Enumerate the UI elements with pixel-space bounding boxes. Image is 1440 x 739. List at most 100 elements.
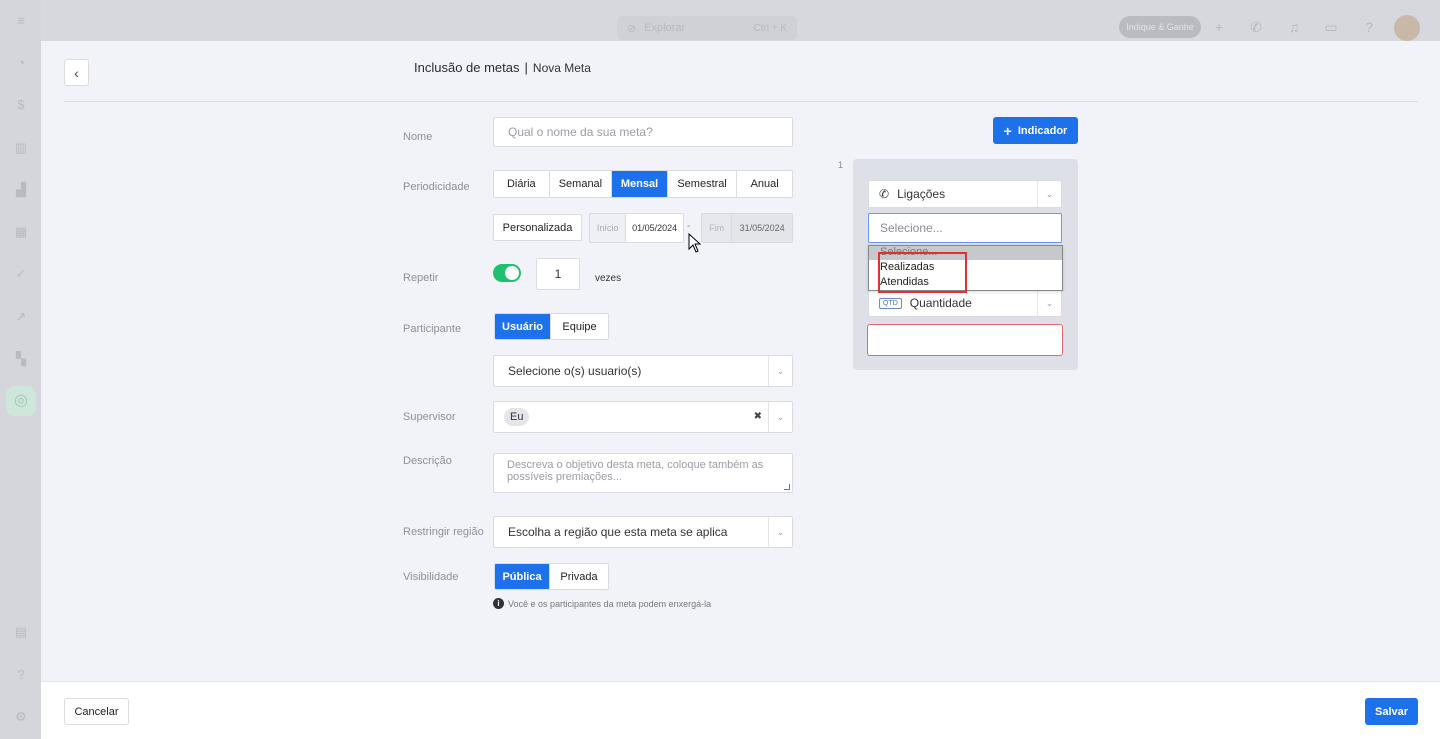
chevron-down-icon: ⌄: [768, 517, 792, 547]
period-anual[interactable]: Anual: [737, 171, 792, 197]
explore-label: Explorar: [644, 22, 686, 34]
plus-icon[interactable]: +: [1210, 18, 1228, 36]
back-button[interactable]: ‹: [64, 59, 89, 86]
descricao-placeholder: Descreva o objetivo desta meta, coloque …: [507, 459, 764, 483]
period-mensal[interactable]: Mensal: [612, 171, 668, 197]
gear-icon[interactable]: ⚙: [12, 708, 30, 726]
regiao-label: Restringir região: [403, 526, 484, 538]
visibilidade-publica[interactable]: Pública: [495, 564, 551, 589]
indicator-sub-dropdown: Selecione... Realizadas Atendidas: [868, 245, 1063, 291]
visibilidade-hint: i Você e os participantes da meta podem …: [493, 598, 711, 609]
search-icon: ⊘: [627, 22, 637, 35]
grid-icon[interactable]: ▚: [12, 350, 30, 368]
goal-form-panel: ‹ Inclusão de metas | Nova Meta Nome Qua…: [41, 41, 1440, 739]
indicator-measure-select[interactable]: QTD Quantidade ⌄: [868, 289, 1062, 317]
header-divider: [64, 101, 1418, 102]
check-circle-icon[interactable]: ✓: [12, 265, 30, 283]
indicator-measure: Quantidade: [909, 296, 972, 310]
sidebar: ≡ ◔ $ ▥ ▟ ▦ ✓ ↗ ▚ ◎ ▤ ? ⚙: [0, 0, 41, 739]
money-icon[interactable]: $: [12, 96, 30, 114]
top-bar: ⊘ Explorar Ctrl + K Indique & Ganhe + ✆ …: [0, 0, 1440, 41]
regiao-select[interactable]: Escolha a região que esta meta se aplica…: [493, 516, 793, 548]
inicio-date[interactable]: Início 01/05/2024: [589, 213, 684, 243]
fim-label: Fim: [702, 214, 732, 242]
repetir-suffix: vezes: [595, 273, 622, 284]
period-semanal[interactable]: Semanal: [550, 171, 613, 197]
indicator-type: Ligações: [897, 187, 946, 201]
dropdown-option-atendidas[interactable]: Atendidas: [869, 275, 1062, 290]
repetir-count-input[interactable]: 1: [536, 258, 580, 290]
chart-icon[interactable]: ▟: [12, 181, 30, 199]
page-title-text: Inclusão de metas: [414, 60, 520, 75]
indicator-sub-select[interactable]: Selecione...: [868, 213, 1062, 243]
period-semestral[interactable]: Semestral: [668, 171, 738, 197]
inicio-value[interactable]: 01/05/2024: [625, 214, 683, 242]
calendar-icon[interactable]: ▦: [12, 223, 30, 241]
participante-label: Participante: [403, 323, 462, 335]
trend-icon[interactable]: ↗: [12, 308, 30, 326]
personalizada-button[interactable]: Personalizada: [493, 214, 582, 241]
add-indicator-button[interactable]: + Indicador: [993, 117, 1078, 144]
indicator-index: 1: [838, 160, 844, 170]
regiao-placeholder: Escolha a região que esta meta se aplica: [508, 525, 728, 539]
save-button[interactable]: Salvar: [1365, 698, 1418, 725]
clear-icon[interactable]: ✖: [754, 411, 762, 422]
menu-icon[interactable]: ≡: [12, 12, 30, 30]
explore-shortcut: Ctrl + K: [753, 22, 787, 34]
target-icon[interactable]: ◎: [6, 386, 36, 416]
cards-icon[interactable]: ▤: [12, 623, 30, 641]
dashboard-icon[interactable]: ◔: [12, 54, 30, 72]
descricao-label: Descrição: [403, 455, 452, 467]
explore-search[interactable]: ⊘ Explorar Ctrl + K: [617, 16, 797, 40]
indicator-type-select[interactable]: ✆ Ligações ⌄: [868, 180, 1062, 208]
periodicidade-segmented: Diária Semanal Mensal Semestral Anual: [493, 170, 793, 198]
question-icon[interactable]: ?: [12, 666, 30, 684]
resize-handle-icon[interactable]: [784, 484, 790, 490]
period-diaria[interactable]: Diária: [494, 171, 550, 197]
repetir-count: 1: [554, 267, 562, 281]
phone-icon[interactable]: ✆: [1247, 18, 1265, 36]
chevron-down-icon: ⌄: [1037, 181, 1061, 207]
repetir-label: Repetir: [403, 272, 439, 284]
dropdown-option-selecione[interactable]: Selecione...: [869, 246, 1062, 260]
visibilidade-privada[interactable]: Privada: [550, 564, 608, 589]
page-subtitle: Nova Meta: [532, 60, 591, 75]
descricao-textarea[interactable]: Descreva o objetivo desta meta, coloque …: [493, 453, 793, 493]
visibilidade-label: Visibilidade: [403, 571, 459, 583]
periodicidade-label: Periodicidade: [403, 181, 470, 193]
fim-value: 31/05/2024: [731, 214, 792, 242]
add-indicator-label: Indicador: [1017, 124, 1068, 137]
chevron-left-icon: ‹: [74, 64, 79, 81]
visibilidade-hint-text: Você e os participantes da meta podem en…: [508, 598, 712, 609]
cancel-button[interactable]: Cancelar: [64, 698, 129, 725]
page-title: Inclusão de metas | Nova Meta: [414, 60, 591, 75]
inicio-label: Início: [590, 214, 626, 242]
indicator-sub-placeholder: Selecione...: [880, 221, 943, 235]
avatar[interactable]: [1394, 15, 1420, 41]
visibilidade-segmented: Pública Privada: [494, 563, 609, 590]
nome-input[interactable]: Qual o nome da sua meta?: [493, 117, 793, 147]
supervisor-select[interactable]: Eu ✖ ⌄: [493, 401, 793, 433]
participante-segmented: Usuário Equipe: [494, 313, 609, 340]
fim-date: Fim 31/05/2024: [701, 213, 793, 243]
participante-equipe[interactable]: Equipe: [551, 314, 608, 339]
supervisor-chip[interactable]: Eu: [504, 408, 530, 426]
chevron-down-icon: ⌄: [768, 402, 792, 432]
qtd-badge: QTD: [879, 297, 902, 309]
plus-icon: +: [1003, 122, 1012, 139]
bell-icon[interactable]: ♫: [1285, 18, 1303, 36]
date-range-separator: -: [687, 221, 691, 232]
nome-label: Nome: [403, 131, 433, 143]
help-icon[interactable]: ?: [1360, 18, 1378, 36]
chevron-down-icon: ⌄: [768, 356, 792, 386]
indicator-value-input[interactable]: [867, 324, 1063, 356]
info-icon: i: [493, 598, 504, 609]
usuarios-select[interactable]: Selecione o(s) usuario(s) ⌄: [493, 355, 793, 387]
indique-button[interactable]: Indique & Ganhe: [1119, 16, 1201, 38]
dropdown-option-realizadas[interactable]: Realizadas: [869, 260, 1062, 275]
repetir-toggle[interactable]: [493, 264, 521, 282]
inbox-icon[interactable]: ▭: [1322, 18, 1340, 36]
footer-bar: Cancelar Salvar: [41, 681, 1440, 739]
participante-usuario[interactable]: Usuário: [495, 314, 552, 339]
building-icon[interactable]: ▥: [12, 139, 30, 157]
